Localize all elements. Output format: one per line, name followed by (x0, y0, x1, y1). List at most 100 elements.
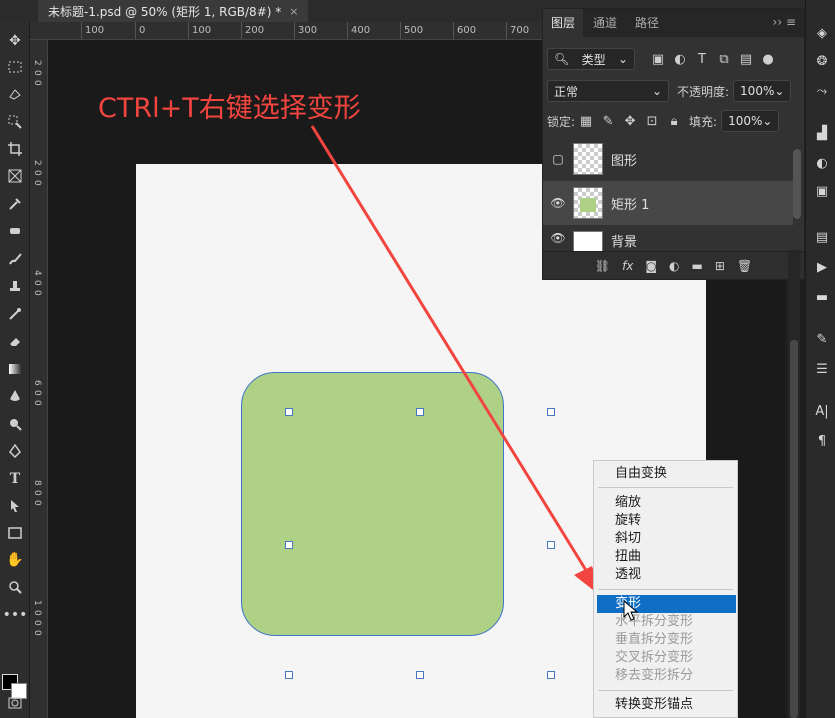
eyedropper-tool-icon[interactable] (3, 193, 27, 215)
lock-all-icon[interactable]: 🔒︎ (663, 110, 685, 132)
close-tab-icon[interactable]: × (289, 5, 298, 18)
comments-dock-icon[interactable]: ▬ (811, 286, 833, 308)
adjustment-layer-icon[interactable]: ◐ (669, 259, 679, 273)
layer-row-selected[interactable]: 👁︎ 矩形 1 (543, 181, 793, 225)
opacity-field[interactable]: 100% ⌄ (733, 80, 792, 102)
document-tab[interactable]: 未标题-1.psd @ 50% (矩形 1, RGB/8#) * × (38, 0, 309, 22)
eye-icon[interactable]: 👁︎ (543, 196, 573, 210)
panel-menu-icon[interactable]: ›› ≡ (773, 15, 796, 29)
filter-shape-icon[interactable]: ⧉ (713, 48, 735, 70)
layer-row[interactable]: 👁︎ 背景 (543, 225, 793, 253)
lock-position-icon[interactable]: ✥ (619, 110, 641, 132)
menu-item-distort[interactable]: 扭曲 (594, 548, 737, 566)
layers-scrollbar[interactable] (793, 149, 801, 219)
filter-type-icon[interactable]: T (691, 48, 713, 70)
fill-field[interactable]: 100% ⌄ (721, 110, 780, 132)
paths-dock-icon[interactable]: ⤳ (811, 80, 833, 102)
swatches-dock-icon[interactable]: ▤ (811, 226, 833, 248)
menu-item-free-transform[interactable]: 自由变换 (594, 465, 737, 483)
transform-handle-top[interactable] (416, 408, 424, 416)
lock-image-icon[interactable]: ✎ (597, 110, 619, 132)
menu-item-skew[interactable]: 斜切 (594, 530, 737, 548)
type-tool-icon[interactable]: T (3, 468, 27, 490)
move-tool-icon[interactable]: ✥ (3, 30, 27, 52)
channels-dock-icon[interactable]: ❂ (811, 50, 833, 72)
filter-pixel-icon[interactable]: ▣ (647, 48, 669, 70)
new-layer-icon[interactable]: ⊞ (715, 259, 725, 273)
fill-label: 填充: (689, 114, 718, 129)
blur-tool-icon[interactable] (3, 385, 27, 407)
add-mask-icon[interactable]: ◙ (645, 259, 657, 273)
menu-item-rotate[interactable]: 旋转 (594, 512, 737, 530)
layer-kind-filter[interactable]: 🔍︎ 类型 ⌄ (547, 48, 635, 70)
quick-mask-icon[interactable] (3, 692, 27, 714)
transform-handle-left[interactable] (285, 541, 293, 549)
gradient-tool-icon[interactable] (3, 358, 27, 380)
transform-handle-top-right[interactable] (547, 408, 555, 416)
ruler-label: 8 (32, 480, 42, 486)
filter-smart-object-icon[interactable]: ▤ (735, 48, 757, 70)
crop-tool-icon[interactable] (3, 138, 27, 160)
zoom-tool-icon[interactable] (3, 576, 27, 598)
ruler-tick (188, 22, 189, 39)
hand-tool-icon[interactable]: ✋ (3, 549, 27, 571)
ruler-tick (81, 22, 82, 39)
clone-stamp-tool-icon[interactable] (3, 275, 27, 297)
transform-handle-bottom-right[interactable] (547, 671, 555, 679)
paragraph-dock-icon[interactable]: ¶ (811, 430, 833, 452)
blend-mode-value: 正常 (554, 84, 579, 99)
transform-handle-bottom[interactable] (416, 671, 424, 679)
ruler-label: 0 (139, 25, 146, 36)
eye-icon[interactable]: 👁︎ (543, 231, 573, 245)
layers-dock-icon[interactable]: ◈ (811, 22, 833, 44)
filter-toggle-icon[interactable]: ● (757, 48, 779, 70)
healing-brush-tool-icon[interactable] (3, 220, 27, 242)
brush-settings-dock-icon[interactable]: ✎ (811, 328, 833, 350)
properties-dock-icon[interactable]: ☰ (811, 358, 833, 380)
tab-paths[interactable]: 路径 (627, 9, 667, 37)
menu-item-split-warp-vertical: 垂直拆分变形 (615, 632, 694, 647)
scrollbar-thumb[interactable] (790, 340, 798, 718)
transform-context-menu: 自由变换 缩放 旋转 斜切 扭曲 透视 变形 水平拆分变形 垂直拆分变形 交叉拆… (593, 460, 738, 718)
eraser-tool-icon[interactable] (3, 330, 27, 352)
brush-tool-icon[interactable] (3, 248, 27, 270)
tab-layers[interactable]: 图层 (543, 9, 584, 37)
history-brush-tool-icon[interactable] (3, 303, 27, 325)
lasso-tool-icon[interactable] (3, 84, 27, 106)
ruler-label: 0 (32, 70, 42, 76)
delete-layer-icon[interactable]: 🗑︎ (737, 259, 752, 273)
transform-handle-top-left[interactable] (285, 408, 293, 416)
menu-item-convert-warp-anchor[interactable]: 转换变形锚点 (594, 696, 737, 714)
pen-tool-icon[interactable] (3, 440, 27, 462)
dodge-tool-icon[interactable] (3, 413, 27, 435)
rectangle-tool-icon[interactable] (3, 522, 27, 544)
layer-row[interactable]: ▢ 图形 (543, 137, 793, 181)
canvas-vertical-scrollbar[interactable] (788, 250, 800, 718)
adjustments-dock-icon[interactable]: ◐ (811, 152, 833, 174)
menu-item-warp[interactable]: 变形 (597, 595, 736, 613)
path-selection-tool-icon[interactable] (3, 495, 27, 517)
tab-channels[interactable]: 通道 (585, 9, 625, 37)
lock-transparent-icon[interactable]: ▦ (575, 110, 597, 132)
histogram-dock-icon[interactable]: ▟ (811, 122, 833, 144)
ruler-label: 400 (351, 25, 371, 36)
character-dock-icon[interactable]: A| (811, 400, 833, 422)
quick-select-tool-icon[interactable] (3, 111, 27, 133)
transform-handle-bottom-left[interactable] (285, 671, 293, 679)
layer-style-icon[interactable]: fx (622, 259, 633, 273)
link-layers-icon[interactable]: ⛓ (595, 259, 610, 273)
more-tools-icon[interactable]: ••• (3, 604, 28, 626)
menu-item-perspective[interactable]: 透视 (594, 566, 737, 584)
menu-item-scale[interactable]: 缩放 (594, 494, 737, 512)
lock-artboard-icon[interactable]: ⊡ (641, 110, 663, 132)
rounded-rectangle-shape[interactable] (241, 372, 504, 636)
libraries-dock-icon[interactable]: ▣ (811, 180, 833, 202)
actions-play-icon[interactable]: ▶ (811, 256, 833, 278)
blend-mode-select[interactable]: 正常 ⌄ (547, 80, 669, 102)
new-group-icon[interactable]: ▬ (692, 259, 703, 273)
frame-tool-icon[interactable] (3, 165, 27, 187)
filter-adjustment-icon[interactable]: ◐ (669, 48, 691, 70)
marquee-tool-icon[interactable] (3, 56, 27, 78)
visibility-toggle-off[interactable]: ▢ (543, 152, 573, 166)
transform-handle-right[interactable] (547, 541, 555, 549)
